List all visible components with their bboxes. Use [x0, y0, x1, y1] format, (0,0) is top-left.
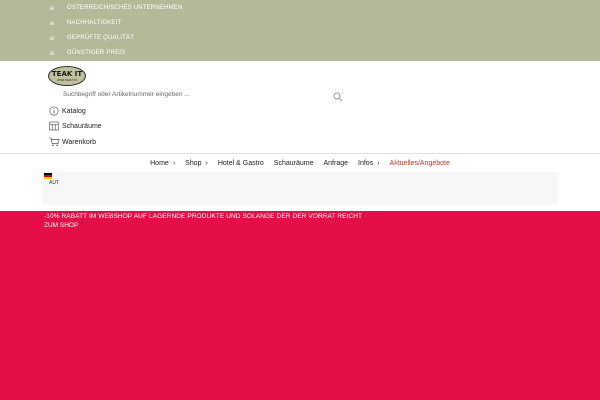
menu-label: Schauräume — [273, 159, 314, 167]
search-icon[interactable] — [333, 89, 343, 107]
usp-label: NACHHALTIGKEIT — [67, 20, 122, 26]
usp-label: ÖSTERREICHISCHES UNTERNEHMEN — [67, 5, 183, 11]
header-divider — [0, 153, 600, 154]
menu-item-infos[interactable]: Infos › — [358, 160, 380, 167]
search-input[interactable] — [48, 86, 283, 102]
language-code: AUT — [49, 180, 59, 186]
showrooms-label: Schauräume — [62, 122, 102, 130]
menu-item-showrooms[interactable]: Schauräume — [274, 160, 314, 167]
site-logo[interactable]: TEAK IT WWW.TEAKIT.AT — [48, 66, 86, 86]
logo-subtitle: WWW.TEAKIT.AT — [57, 78, 77, 82]
promo-banner: -10% RABATT IM WEBSHOP AUF LAGERNDE PROD… — [0, 211, 600, 400]
usp-item: ≡ GEPRÜFTE QUALITÄT — [48, 31, 134, 45]
flag-icon — [44, 173, 52, 179]
chevron-right-icon: › — [377, 159, 380, 167]
list-lines-icon: ≡ — [48, 3, 56, 13]
logo-brand: TEAK IT — [51, 69, 83, 78]
menu-label: Home — [150, 159, 169, 167]
chevron-right-icon: › — [172, 159, 176, 167]
usp-item: ≡ GÜNSTIGER PREIS — [48, 46, 126, 60]
showroom-icon — [48, 120, 60, 132]
menu-item-home[interactable]: Home › — [150, 160, 175, 167]
list-lines-icon: ≡ — [48, 33, 56, 43]
menu-label: Shop — [185, 159, 202, 167]
menu-label: Anfrage — [323, 159, 349, 167]
menu-label: Aktuelles/Angebote — [389, 159, 450, 167]
usp-label: GEPRÜFTE QUALITÄT — [67, 35, 135, 41]
info-icon — [48, 105, 60, 117]
menu-label: Infos — [358, 159, 374, 167]
main-menu: Home › Shop › Hotel & Gastro Schauräume … — [0, 155, 600, 171]
menu-item-inquiry[interactable]: Anfrage — [323, 160, 348, 167]
cart-label: Warenkorb — [62, 138, 96, 146]
cart-link[interactable]: Warenkorb — [48, 135, 96, 149]
list-lines-icon: ≡ — [48, 18, 56, 28]
usp-label: GÜNSTIGER PREIS — [67, 50, 126, 56]
cart-icon — [48, 136, 60, 148]
menu-label: Hotel & Gastro — [217, 159, 264, 167]
shop-link[interactable]: ZUM SHOP — [44, 222, 78, 229]
catalog-link[interactable]: Katalog — [48, 104, 86, 118]
menu-item-news-offers[interactable]: Aktuelles/Angebote — [390, 160, 450, 167]
usp-item: ≡ ÖSTERREICHISCHES UNTERNEHMEN — [48, 1, 183, 15]
list-lines-icon: ≡ — [48, 48, 56, 58]
menu-item-hotel-gastro[interactable]: Hotel & Gastro — [218, 160, 264, 167]
menu-item-shop[interactable]: Shop › — [185, 160, 208, 167]
usp-item: ≡ NACHHALTIGKEIT — [48, 16, 122, 30]
chevron-right-icon: › — [205, 159, 208, 167]
promo-text: -10% RABATT IM WEBSHOP AUF LAGERNDE PROD… — [44, 213, 363, 220]
showrooms-link[interactable]: Schauräume — [48, 119, 102, 133]
search-bar — [48, 86, 343, 102]
language-selector[interactable]: AUT — [42, 172, 558, 205]
usp-top-bar: ≡ ÖSTERREICHISCHES UNTERNEHMEN ≡ NACHHAL… — [0, 0, 600, 61]
catalog-label: Katalog — [62, 107, 86, 115]
